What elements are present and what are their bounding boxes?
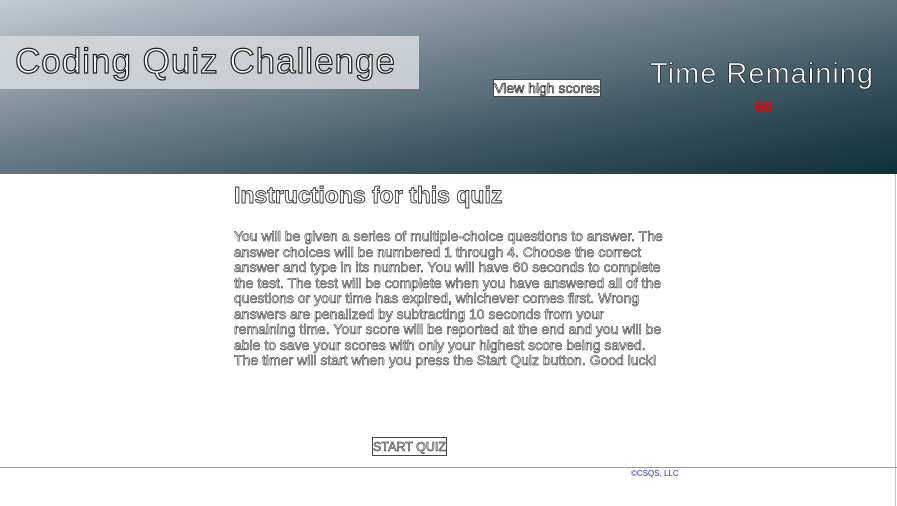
instructions-text: You will be given a series of multiple-c…: [234, 228, 663, 368]
timer-label: Time Remaining: [650, 58, 875, 91]
timer-value: 60: [755, 99, 773, 116]
footer-copyright: ©CSQS, LLC: [631, 469, 679, 478]
quiz-page: Coding Quiz Challenge View high scores T…: [0, 0, 897, 506]
start-quiz-button[interactable]: START QUIZ: [372, 437, 447, 456]
header-banner: Coding Quiz Challenge View high scores T…: [0, 0, 897, 174]
view-high-scores-button[interactable]: View high scores: [493, 79, 601, 97]
right-divider: [895, 174, 896, 506]
page-title: Coding Quiz Challenge: [14, 41, 396, 81]
instructions-heading: Instructions for this quiz: [234, 182, 503, 209]
footer-divider: [0, 467, 897, 468]
